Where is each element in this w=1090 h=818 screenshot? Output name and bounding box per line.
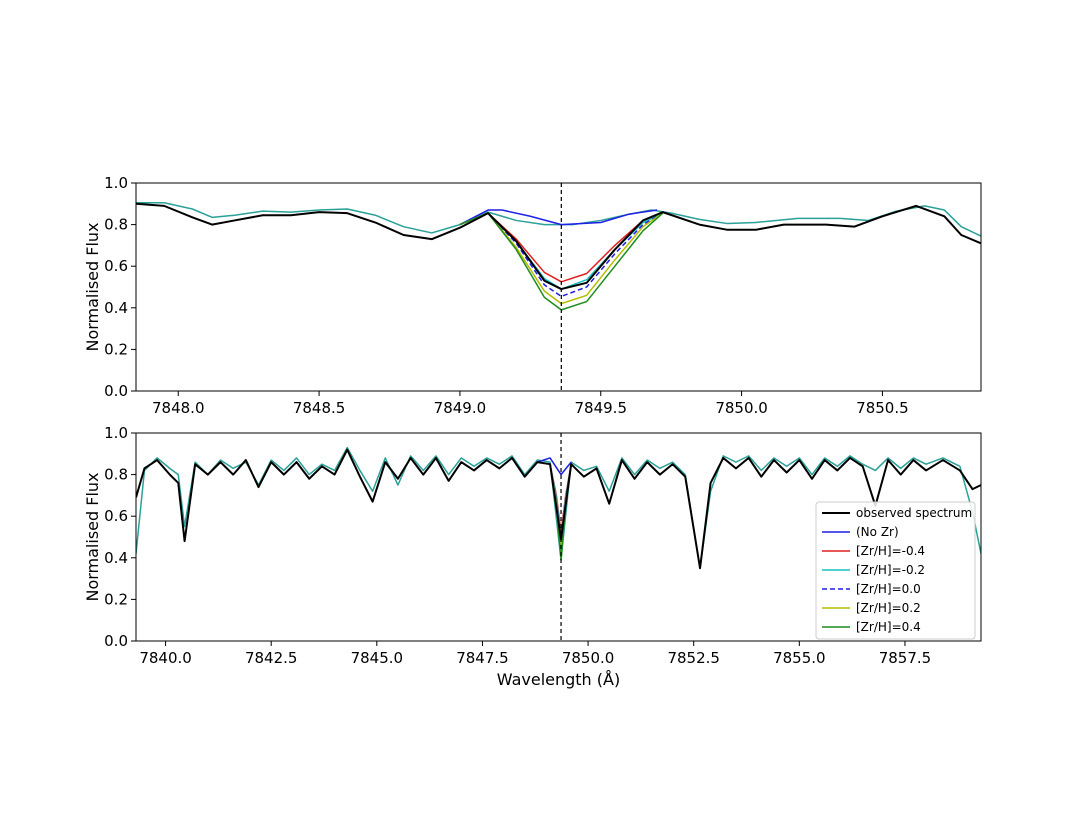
- legend-label-obs: observed spectrum: [856, 506, 972, 520]
- x-tick-label: 7842.5: [245, 649, 298, 667]
- series-group: [136, 202, 981, 311]
- y-tick-label: 0.2: [104, 590, 128, 608]
- legend-label-nozr: (No Zr): [856, 525, 899, 539]
- y-tick-label: 0.2: [104, 340, 128, 358]
- x-tick-label: 7848.5: [293, 399, 346, 417]
- x-tick-label: 7849.5: [575, 399, 628, 417]
- spectrum-figure: 7848.0 7848.5 7849.0 7849.5 7850.0 7850.5 0.0 0…: [83, 174, 982, 689]
- series-line-teal: [136, 202, 981, 237]
- y-tick-label: 0.4: [104, 299, 128, 317]
- y-tick-label: 1.0: [104, 424, 128, 442]
- y-axis-label: Normalised Flux: [83, 222, 102, 351]
- x-tick-label: 7855.0: [773, 649, 826, 667]
- legend-label-p00: [Zr/H]=0.0: [856, 582, 921, 596]
- y-tick-label: 0.4: [104, 549, 128, 567]
- legend-label-m04: [Zr/H]=-0.4: [856, 544, 925, 558]
- series-line-obs: [136, 202, 981, 291]
- y-tick-label: 0.6: [104, 507, 128, 525]
- legend-label-p02: [Zr/H]=0.2: [856, 601, 921, 615]
- y-tick-label: 0.6: [104, 257, 128, 275]
- y-axis-label: Normalised Flux: [83, 472, 102, 601]
- x-tick-label: 7850.0: [562, 649, 615, 667]
- y-tick-label: 1.0: [104, 174, 128, 192]
- legend-label-m02: [Zr/H]=-0.2: [856, 563, 925, 577]
- x-tick-label: 7849.0: [434, 399, 487, 417]
- x-tick-label: 7845.0: [351, 649, 404, 667]
- x-axis-label: Wavelength (Å): [497, 670, 620, 689]
- x-tick-label: 7852.5: [667, 649, 720, 667]
- x-tick-label: 7848.0: [152, 399, 205, 417]
- series-line-nozr: [537, 457, 572, 476]
- legend: observed spectrum (No Zr) [Zr/H]=-0.4 [Zr/H…: [815, 501, 976, 640]
- legend-label-p04: [Zr/H]=0.4: [856, 620, 921, 634]
- x-tick-label: 7850.5: [856, 399, 909, 417]
- y-tick-label: 0.0: [104, 632, 128, 650]
- y-tick-label: 0.8: [104, 466, 128, 484]
- y-tick-label: 0.0: [104, 382, 128, 400]
- x-tick-label: 7847.5: [456, 649, 509, 667]
- top-panel: 7848.0 7848.5 7849.0 7849.5 7850.0 7850.5 0.0 0…: [83, 174, 982, 417]
- y-tick-label: 0.8: [104, 216, 128, 234]
- x-tick-label: 7850.0: [715, 399, 768, 417]
- x-tick-label: 7840.0: [139, 649, 192, 667]
- x-tick-label: 7857.5: [879, 649, 932, 667]
